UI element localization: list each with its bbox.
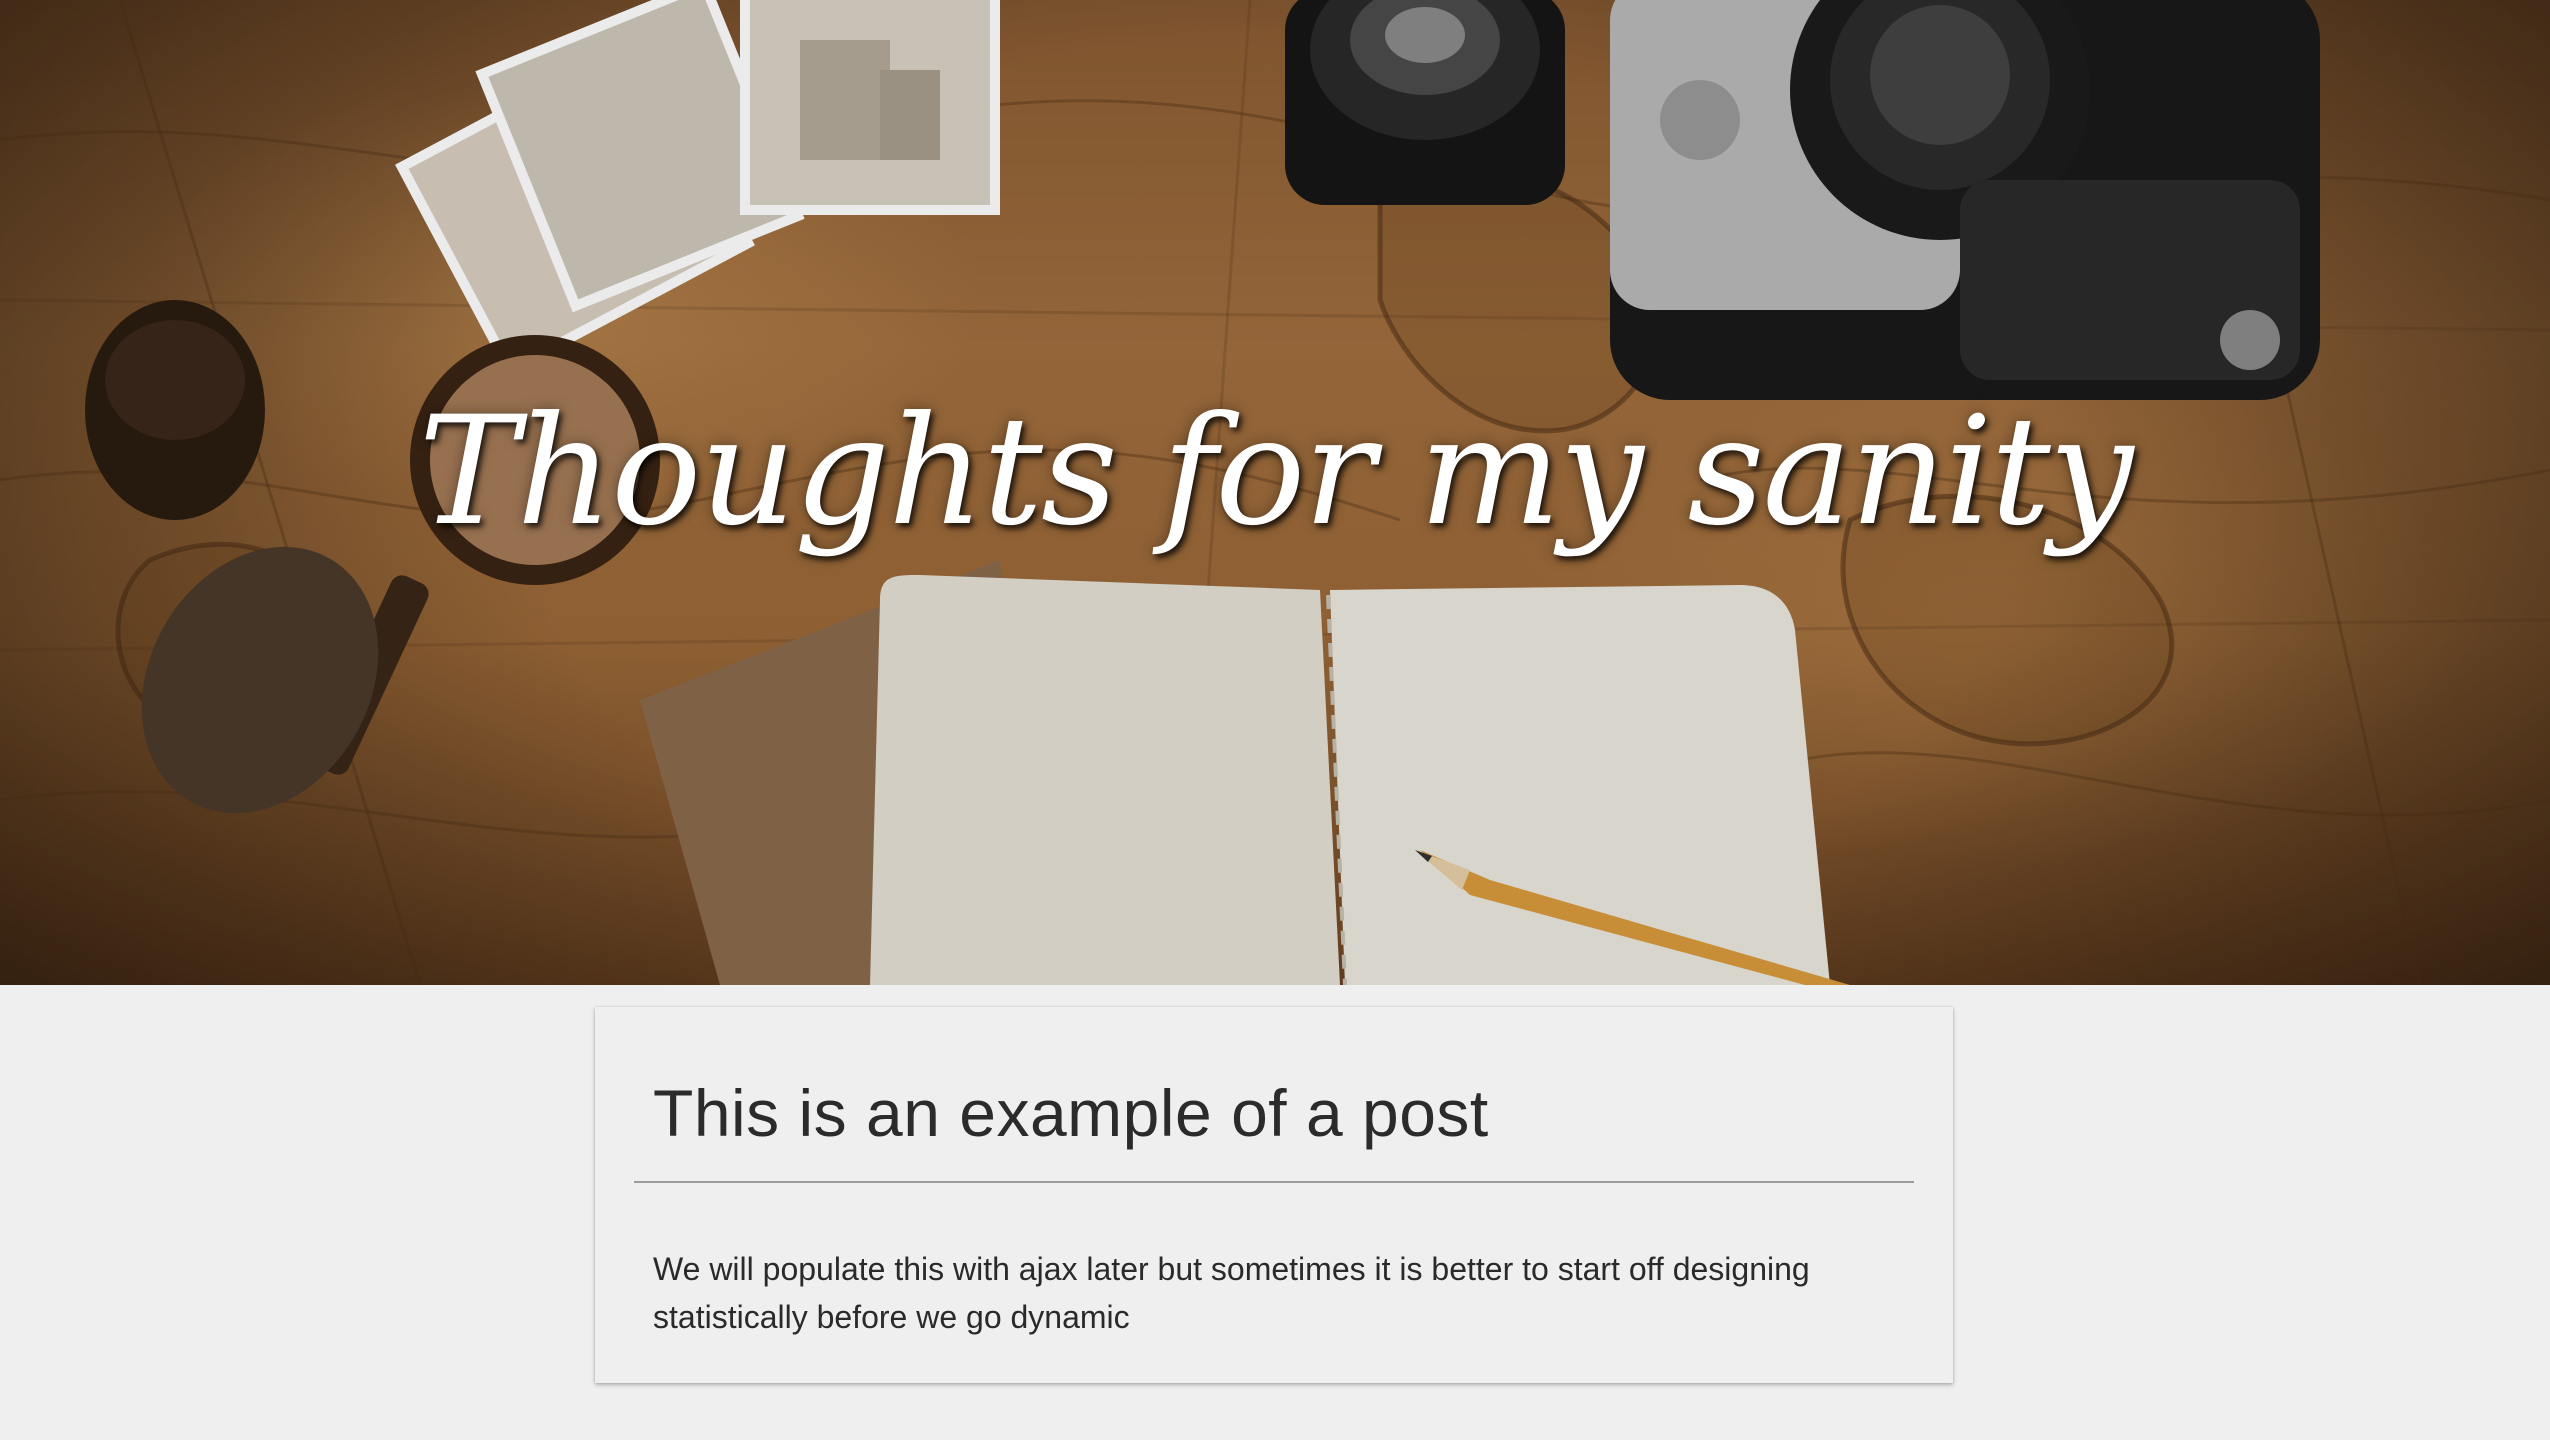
post-divider [634,1181,1914,1183]
post-body: We will populate this with ajax later bu… [653,1251,1810,1335]
post-title: This is an example of a post [653,1076,1489,1150]
hero-banner: Thoughts for my sanity [0,0,2550,985]
post-card: This is an example of a post We will pop… [595,1007,1953,1383]
site-title: Thoughts for my sanity [418,385,2133,559]
